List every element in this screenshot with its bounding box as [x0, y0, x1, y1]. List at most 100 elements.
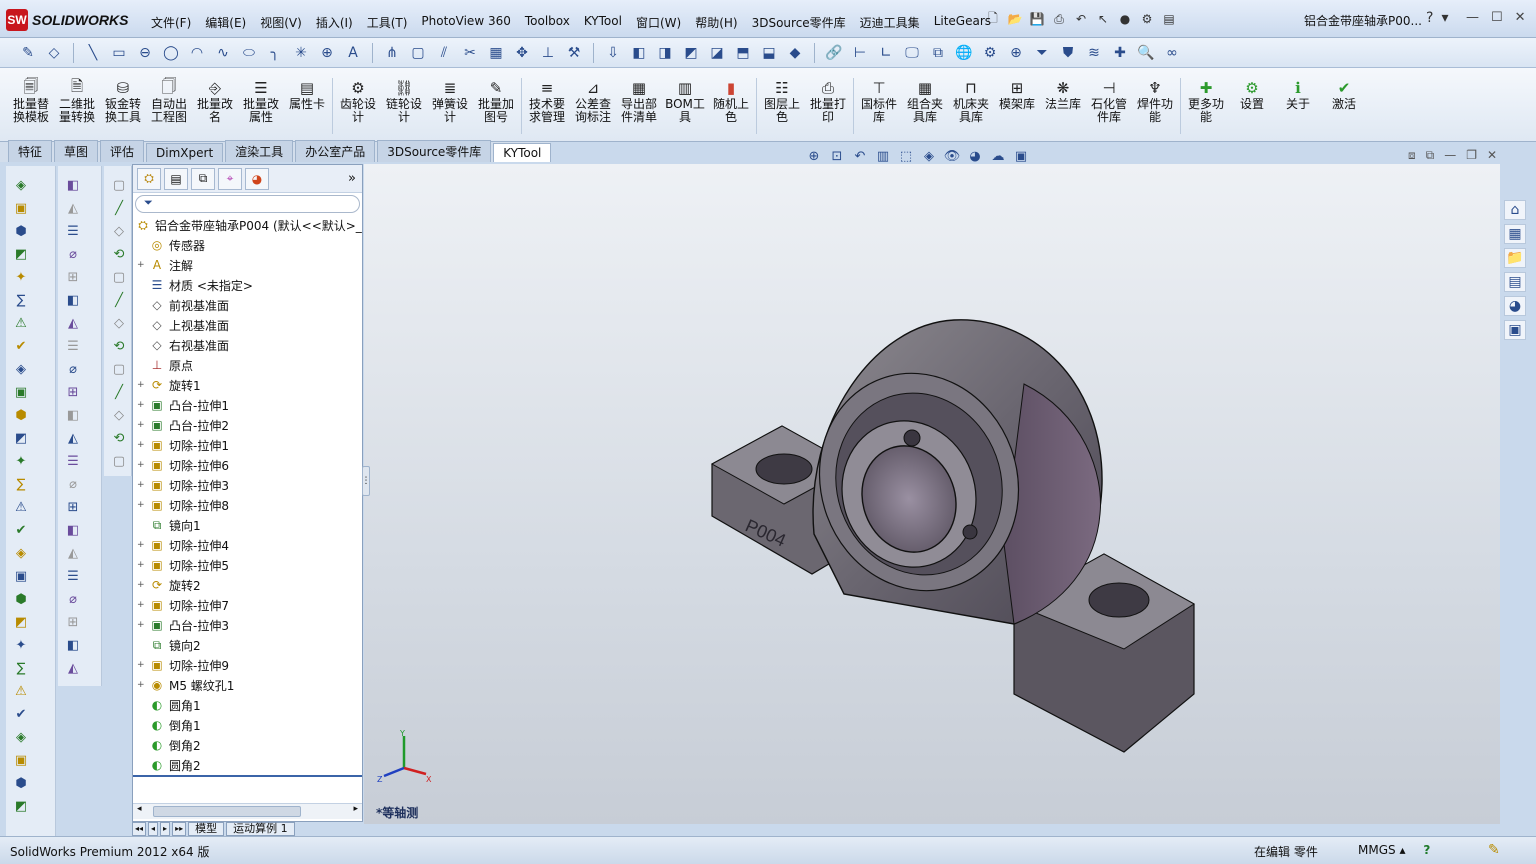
check-icon[interactable]: ✔ [12, 705, 30, 723]
spline-icon[interactable]: ∿ [213, 43, 233, 63]
open-folder-icon[interactable]: 📂 [1006, 10, 1024, 28]
rib-icon[interactable]: ☰ [64, 337, 82, 355]
ellipse-icon[interactable]: ⬭ [239, 43, 259, 63]
expand-panel-icon[interactable]: » [348, 171, 356, 186]
scroll-left-icon[interactable]: ◂ [137, 804, 142, 814]
dimension-icon[interactable]: ⊢ [850, 43, 870, 63]
ribbon-button[interactable]: ⎙ 批量打印 [805, 78, 851, 126]
ribbon-button[interactable]: ⊿ 公差查询标注 [570, 78, 616, 126]
tab-2[interactable]: 评估 [100, 140, 145, 162]
tab-nav-icon[interactable]: ◂ [148, 822, 159, 836]
horizontal-scrollbar[interactable]: ◂ ▸ [133, 803, 362, 819]
view-right-icon[interactable]: ◪ [707, 43, 727, 63]
expand-icon[interactable]: + [137, 620, 147, 630]
ribbon-button[interactable]: ▥ BOM工具 [662, 78, 708, 126]
smart-dimension-icon[interactable]: ◇ [44, 43, 64, 63]
menu-item[interactable]: 视图(V) [253, 11, 309, 34]
axis-icon[interactable]: ╱ [110, 199, 128, 217]
file-explorer-icon[interactable]: 📁 [1504, 248, 1526, 268]
tree-item[interactable]: ⧉ 镜向1 [133, 515, 201, 535]
coordinate-icon[interactable]: ◇ [110, 222, 128, 240]
tree-item[interactable]: ◐ 倒角1 [133, 715, 201, 735]
draft-icon[interactable]: ◭ [64, 429, 82, 447]
view-palette-icon[interactable]: ▤ [1504, 272, 1526, 292]
tile-icon[interactable]: ⧈ [1408, 148, 1416, 163]
expand-icon[interactable]: + [137, 380, 147, 390]
funnel-icon[interactable]: ⏷ [1032, 43, 1052, 63]
cut-tool-icon[interactable]: ◩ [12, 797, 30, 815]
select-pointer-icon[interactable]: ↖ [1094, 10, 1112, 28]
tab-4[interactable]: 渲染工具 [225, 140, 294, 162]
split-icon[interactable]: ⧉ [1426, 148, 1435, 163]
draft-icon[interactable]: ◭ [64, 544, 82, 562]
draft-icon[interactable]: ◭ [64, 314, 82, 332]
viewport-minimize-icon[interactable]: — [1444, 148, 1456, 163]
ribbon-button[interactable]: 🗐 批量替换模板 [8, 77, 54, 126]
scene-icon[interactable]: ☁ [988, 147, 1008, 165]
tree-item[interactable]: + ▣ 切除-拉伸9 [133, 655, 229, 675]
mm-icon[interactable]: ≋ [1084, 43, 1104, 63]
check-icon[interactable]: ✔ [12, 521, 30, 539]
zoom-to-area-icon[interactable]: ⊡ [827, 147, 847, 165]
extrude-icon[interactable]: ▣ [12, 199, 30, 217]
pattern-tool-icon[interactable]: ⊞ [64, 383, 82, 401]
expand-icon[interactable]: + [137, 460, 147, 470]
ribbon-button[interactable]: ⊣ 石化管件库 [1086, 78, 1132, 126]
shell-icon[interactable]: ◧ [64, 176, 82, 194]
rollback-bar[interactable] [133, 775, 362, 777]
cut-tool-icon[interactable]: ◩ [12, 245, 30, 263]
relations-icon[interactable]: ⊥ [538, 43, 558, 63]
menu-item[interactable]: 帮助(H) [688, 11, 744, 34]
ribbon-button[interactable]: ⛓ 链轮设计 [381, 78, 427, 126]
design-library-icon[interactable]: ▦ [1504, 224, 1526, 244]
display-style-icon[interactable]: ◈ [919, 147, 939, 165]
expand-icon[interactable]: + [137, 660, 147, 670]
draft-icon[interactable]: ◭ [64, 199, 82, 217]
maximize-icon[interactable]: ☐ [1491, 10, 1503, 25]
mirror-entities-icon[interactable]: ⋔ [382, 43, 402, 63]
tab-3[interactable]: DimXpert [146, 143, 224, 162]
revolve-tool-icon[interactable]: ⬢ [12, 222, 30, 240]
convert-entities-icon[interactable]: ▢ [408, 43, 428, 63]
link-icon[interactable]: 🔗 [824, 43, 844, 63]
tree-item[interactable]: ◇ 前视基准面 [133, 295, 229, 315]
warning-icon[interactable]: ⚠ [12, 314, 30, 332]
hole-tool-icon[interactable]: ⌀ [64, 475, 82, 493]
tree-item[interactable]: ◐ 倒角2 [133, 735, 201, 755]
graphics-area[interactable]: P004 [364, 164, 1500, 824]
rebuild-icon[interactable]: ✎ [1488, 842, 1500, 858]
offset-icon[interactable]: ⫽ [434, 43, 454, 63]
hole-tool-icon[interactable]: ⌀ [64, 360, 82, 378]
close-icon[interactable]: ✕ [1515, 10, 1526, 25]
shell-icon[interactable]: ◧ [64, 291, 82, 309]
tab-nav-icon[interactable]: ▸▸ [172, 822, 187, 836]
viewport-restore-icon[interactable]: ❐ [1466, 148, 1477, 163]
minimize-icon[interactable]: — [1466, 10, 1479, 25]
tree-item[interactable]: ◎ 传感器 [133, 235, 205, 255]
view-orientation-icon[interactable]: ⬚ [896, 147, 916, 165]
tree-item[interactable]: + ▣ 切除-拉伸6 [133, 455, 229, 475]
tree-item[interactable]: ◇ 右视基准面 [133, 335, 229, 355]
ref-plane-icon[interactable]: ▢ [110, 176, 128, 194]
ribbon-button[interactable]: ⊞ 模架库 [994, 78, 1040, 126]
fillet-sketch-icon[interactable]: ╮ [265, 43, 285, 63]
menu-item[interactable]: 3DSource零件库 [745, 11, 853, 34]
tab-1[interactable]: 草图 [54, 140, 99, 162]
display-manager-tab-icon[interactable]: ◕ [245, 167, 269, 190]
network-icon[interactable]: ⧉ [928, 43, 948, 63]
menu-item[interactable]: KYTool [577, 11, 629, 34]
tree-item[interactable]: + ⟳ 旋转2 [133, 575, 201, 595]
menu-item[interactable]: 工具(T) [360, 11, 415, 34]
ribbon-button[interactable]: ▤ 属性卡 [284, 78, 330, 126]
pattern-tool-icon[interactable]: ⊞ [64, 498, 82, 516]
menu-item[interactable]: 迈迪工具集 [853, 11, 927, 34]
expand-icon[interactable]: + [137, 420, 147, 430]
tab-0[interactable]: 特征 [8, 140, 53, 162]
solidworks-logo[interactable]: SW SOLIDWORKS [6, 8, 130, 32]
move-entities-icon[interactable]: ✥ [512, 43, 532, 63]
file-props-icon[interactable]: ▤ [1160, 10, 1178, 28]
custom-properties-icon[interactable]: ▣ [1504, 320, 1526, 340]
ribbon-button[interactable]: 🗍 自动出工程图 [146, 77, 192, 126]
expand-icon[interactable]: + [137, 440, 147, 450]
expand-icon[interactable]: + [137, 400, 147, 410]
